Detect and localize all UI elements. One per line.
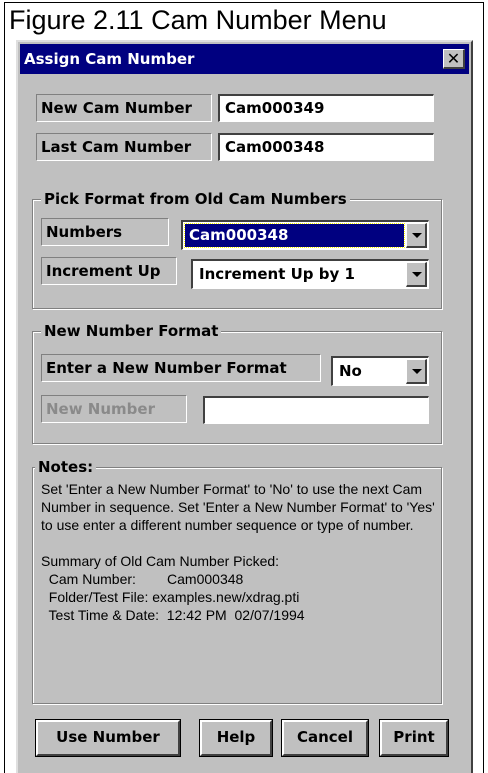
last-cam-number-label: Last Cam Number [36, 133, 212, 161]
help-button[interactable]: Help [199, 719, 273, 757]
notes-group: Notes: Set 'Enter a New Number Format' t… [32, 457, 442, 704]
enter-new-format-value: No [339, 362, 362, 380]
last-cam-number-field[interactable]: Cam000348 [218, 133, 434, 161]
new-cam-number-field[interactable]: Cam000349 [218, 94, 434, 122]
chevron-down-icon[interactable] [406, 223, 427, 248]
print-button[interactable]: Print [379, 719, 449, 757]
dialog-title: Assign Cam Number [24, 50, 195, 68]
figure-border-right [483, 36, 484, 773]
pick-format-title: Pick Format from Old Cam Numbers [41, 189, 350, 209]
summary-title: Summary of Old Cam Number Picked: [41, 553, 280, 569]
new-number-label: New Number [41, 395, 187, 423]
use-number-button[interactable]: Use Number [35, 719, 181, 757]
figure-title: Figure 2.11 Cam Number Menu [4, 2, 484, 36]
enter-new-format-label: Enter a New Number Format [41, 354, 321, 382]
dialog-titlebar: Assign Cam Number ✕ [20, 44, 469, 74]
close-icon[interactable]: ✕ [443, 49, 465, 69]
summary-line: Cam Number: Cam000348 [41, 571, 244, 587]
new-number-format-group: New Number Format Enter a New Number For… [32, 321, 442, 444]
enter-new-format-dropdown[interactable]: No [331, 356, 429, 386]
increment-dropdown[interactable]: Increment Up by 1 [191, 259, 429, 289]
notes-body: Set 'Enter a New Number Format' to 'No' … [41, 480, 435, 624]
cancel-button[interactable]: Cancel [281, 719, 369, 757]
increment-selected-value: Increment Up by 1 [199, 265, 355, 283]
chevron-down-icon[interactable] [406, 262, 427, 287]
pick-format-group: Pick Format from Old Cam Numbers Numbers… [32, 189, 442, 309]
summary-line: Folder/Test File: examples.new/xdrag.pti [41, 589, 300, 605]
figure-border-left [4, 36, 5, 773]
assign-cam-number-dialog: Assign Cam Number ✕ New Cam Number Cam00… [16, 40, 473, 773]
new-number-format-title: New Number Format [41, 321, 222, 341]
increment-up-label: Increment Up [41, 257, 177, 285]
notes-title: Notes: [35, 457, 97, 477]
new-cam-number-label: New Cam Number [36, 94, 212, 122]
notes-text: Set 'Enter a New Number Format' to 'No' … [41, 481, 435, 533]
numbers-selected-value: Cam000348 [184, 223, 405, 248]
numbers-dropdown[interactable]: Cam000348 [181, 220, 429, 250]
summary-line: Test Time & Date: 12:42 PM 02/07/1994 [41, 607, 305, 623]
numbers-label: Numbers [41, 218, 169, 246]
chevron-down-icon[interactable] [406, 359, 427, 384]
notes-summary: Summary of Old Cam Number Picked: Cam Nu… [41, 552, 435, 624]
new-number-field[interactable] [203, 396, 429, 424]
